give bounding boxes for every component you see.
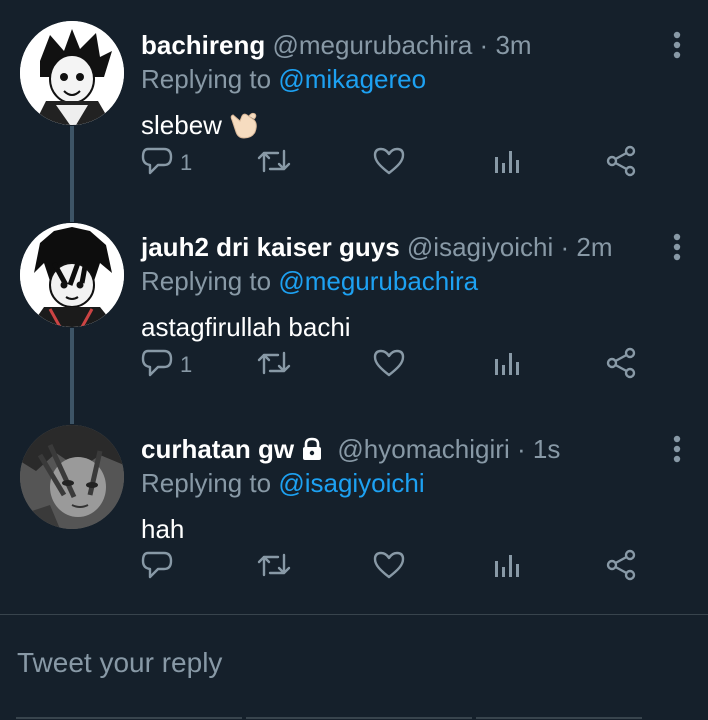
like-icon <box>372 549 406 586</box>
analytics-button[interactable] <box>490 145 522 181</box>
call-me-hand-icon <box>228 110 260 148</box>
like-icon <box>372 347 406 384</box>
tweet-text: slebew <box>141 108 260 148</box>
retweet-button[interactable] <box>256 145 292 181</box>
share-icon <box>604 347 638 384</box>
display-name[interactable]: curhatan gw <box>141 434 294 464</box>
share-icon <box>604 145 638 182</box>
like-icon <box>372 145 406 182</box>
avatar[interactable] <box>20 21 124 125</box>
timestamp[interactable]: 2m <box>576 232 612 262</box>
analytics-icon <box>490 549 522 586</box>
separator-dot: · <box>560 232 570 262</box>
replying-to: Replying to @megurubachira <box>141 265 478 297</box>
user-handle[interactable]: @hyomachigiri <box>337 434 509 464</box>
reply-input[interactable]: Tweet your reply <box>17 647 222 679</box>
tweet[interactable]: curhatan gw @hyomachigiri · 1s Replying … <box>0 404 708 606</box>
tweet[interactable]: jauh2 dri kaiser guys @isagiyoichi · 2m … <box>0 202 708 404</box>
tweet-header: curhatan gw @hyomachigiri · 1s <box>141 433 560 465</box>
replying-to: Replying to @isagiyoichi <box>141 467 425 499</box>
user-handle[interactable]: @megurubachira <box>272 30 472 60</box>
bottom-divider <box>0 715 708 719</box>
reply-icon <box>140 145 174 182</box>
analytics-icon <box>490 145 522 182</box>
like-button[interactable] <box>372 549 406 585</box>
mention-link[interactable]: @mikagereo <box>278 64 426 94</box>
tweet-header: jauh2 dri kaiser guys @isagiyoichi · 2m <box>141 231 613 263</box>
share-button[interactable] <box>604 549 638 585</box>
more-options-icon[interactable] <box>670 232 684 267</box>
analytics-button[interactable] <box>490 549 522 585</box>
tweet-actions <box>140 549 660 585</box>
tweet-text: hah <box>141 512 184 546</box>
tweet-actions: 1 <box>140 145 660 181</box>
like-button[interactable] <box>372 145 406 181</box>
replying-to-label: Replying to <box>141 64 272 94</box>
reply-button[interactable]: 1 <box>140 145 192 181</box>
lock-icon <box>300 436 324 468</box>
analytics-button[interactable] <box>490 347 522 383</box>
tweet-text: astagfirullah bachi <box>141 310 351 344</box>
share-icon <box>604 549 638 586</box>
tweet-text-content: hah <box>141 514 185 544</box>
reply-button[interactable]: 1 <box>140 347 192 383</box>
separator-dot: · <box>516 434 526 464</box>
tweet-header: bachireng @megurubachira · 3m <box>141 29 532 61</box>
retweet-icon <box>256 145 292 182</box>
separator-dot: · <box>479 30 489 60</box>
avatar[interactable] <box>20 425 124 529</box>
analytics-icon <box>490 347 522 384</box>
retweet-icon <box>256 549 292 586</box>
replying-to: Replying to @mikagereo <box>141 63 426 95</box>
reply-button[interactable] <box>140 549 180 585</box>
retweet-icon <box>256 347 292 384</box>
share-button[interactable] <box>604 145 638 181</box>
reply-count: 1 <box>180 150 193 175</box>
more-options-icon[interactable] <box>670 434 684 469</box>
display-name[interactable]: bachireng <box>141 30 265 60</box>
retweet-button[interactable] <box>256 347 292 383</box>
reply-count: 1 <box>180 352 193 377</box>
tweet-actions: 1 <box>140 347 660 383</box>
reply-icon <box>140 347 174 384</box>
tweet-text-content: slebew <box>141 110 222 140</box>
replying-to-label: Replying to <box>141 266 272 296</box>
tweet[interactable]: bachireng @megurubachira · 3m Replying t… <box>0 0 708 202</box>
reply-composer[interactable]: Tweet your reply <box>0 614 708 720</box>
retweet-button[interactable] <box>256 549 292 585</box>
mention-link[interactable]: @isagiyoichi <box>278 468 424 498</box>
share-button[interactable] <box>604 347 638 383</box>
avatar[interactable] <box>20 223 124 327</box>
user-handle[interactable]: @isagiyoichi <box>407 232 553 262</box>
reply-icon <box>140 549 174 586</box>
timestamp[interactable]: 3m <box>495 30 531 60</box>
timestamp[interactable]: 1s <box>533 434 560 464</box>
replying-to-label: Replying to <box>141 468 272 498</box>
like-button[interactable] <box>372 347 406 383</box>
mention-link[interactable]: @megurubachira <box>278 266 478 296</box>
more-options-icon[interactable] <box>670 30 684 65</box>
display-name[interactable]: jauh2 dri kaiser guys <box>141 232 400 262</box>
tweet-text-content: astagfirullah bachi <box>141 312 351 342</box>
